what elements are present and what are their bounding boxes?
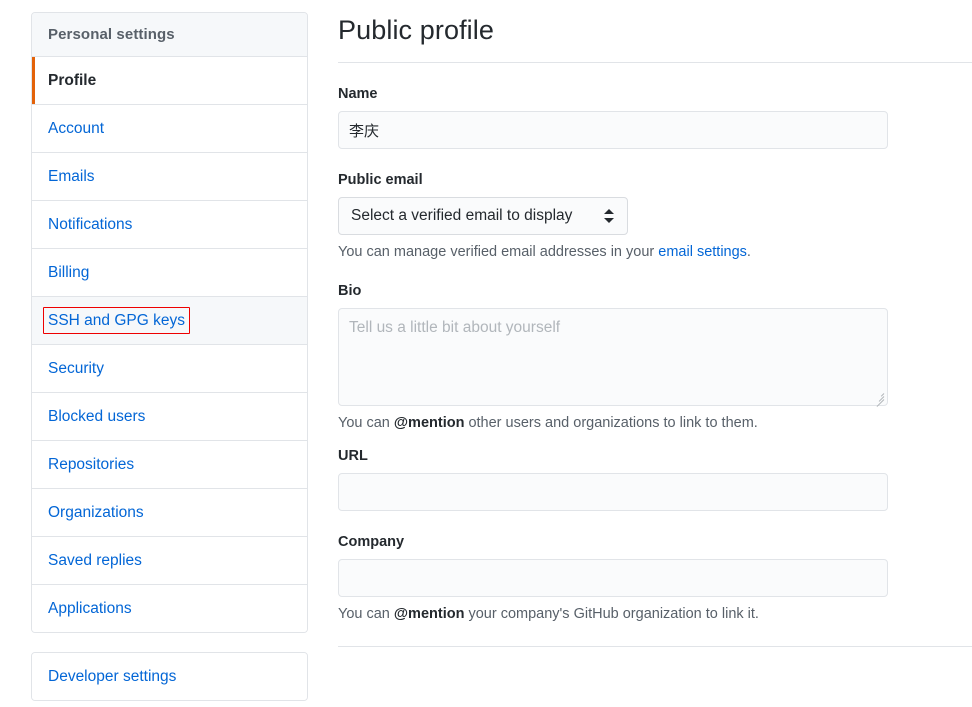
sidebar-item-notifications[interactable]: Notifications xyxy=(32,201,307,249)
public-email-select[interactable]: Select a verified email to display xyxy=(338,197,628,235)
company-help-text: You can @mention your company's GitHub o… xyxy=(338,604,972,624)
bio-field-group: Bio You can @mention other users and org… xyxy=(338,282,972,433)
sidebar-item-label: Organizations xyxy=(48,502,144,523)
url-input[interactable] xyxy=(338,473,888,511)
public-email-help-text: You can manage verified email addresses … xyxy=(338,242,972,262)
bio-textarea[interactable] xyxy=(338,308,888,406)
url-label: URL xyxy=(338,447,972,466)
public-email-label: Public email xyxy=(338,171,972,190)
settings-page: Personal settings Profile Account Emails… xyxy=(0,0,972,707)
settings-sidebar: Personal settings Profile Account Emails… xyxy=(31,12,308,701)
help-prefix: You can xyxy=(338,606,394,622)
public-email-select-wrap: Select a verified email to display xyxy=(338,197,628,235)
main-content: Public profile Name Public email Select … xyxy=(338,12,972,655)
sidebar-item-label: Applications xyxy=(48,598,132,619)
help-suffix: your company's GitHub organization to li… xyxy=(464,606,759,622)
bio-help-text: You can @mention other users and organiz… xyxy=(338,413,972,433)
sidebar-item-label: Account xyxy=(48,118,104,139)
company-field-group: Company You can @mention your company's … xyxy=(338,533,972,624)
personal-settings-nav-card: Personal settings Profile Account Emails… xyxy=(31,12,308,633)
sidebar-item-label: Notifications xyxy=(48,214,132,235)
name-input[interactable] xyxy=(338,111,888,149)
mention-keyword: @mention xyxy=(394,606,465,622)
title-divider xyxy=(338,62,972,63)
public-email-selected-value: Select a verified email to display xyxy=(351,207,596,225)
sidebar-item-label: Billing xyxy=(48,262,89,283)
sidebar-item-billing[interactable]: Billing xyxy=(32,249,307,297)
sidebar-item-emails[interactable]: Emails xyxy=(32,153,307,201)
sidebar-item-profile[interactable]: Profile xyxy=(32,57,307,105)
active-indicator-bar xyxy=(32,57,35,104)
bio-textarea-wrap xyxy=(338,308,888,406)
sidebar-item-label: Blocked users xyxy=(48,406,145,427)
bio-label: Bio xyxy=(338,282,972,301)
help-suffix: . xyxy=(747,244,751,260)
email-settings-link[interactable]: email settings xyxy=(658,244,747,260)
sidebar-item-account[interactable]: Account xyxy=(32,105,307,153)
help-prefix: You can xyxy=(338,415,394,431)
sidebar-item-blocked-users[interactable]: Blocked users xyxy=(32,393,307,441)
help-prefix: You can manage verified email addresses … xyxy=(338,244,658,260)
name-label: Name xyxy=(338,85,972,104)
sidebar-item-label: SSH and GPG keys xyxy=(43,307,190,334)
sidebar-item-label: Profile xyxy=(48,70,96,91)
mention-keyword: @mention xyxy=(394,415,465,431)
sidebar-item-security[interactable]: Security xyxy=(32,345,307,393)
sidebar-item-applications[interactable]: Applications xyxy=(32,585,307,632)
name-field-group: Name xyxy=(338,85,972,149)
sidebar-item-developer-settings[interactable]: Developer settings xyxy=(32,653,307,700)
sidebar-item-organizations[interactable]: Organizations xyxy=(32,489,307,537)
sidebar-item-label: Emails xyxy=(48,166,95,187)
sidebar-item-saved-replies[interactable]: Saved replies xyxy=(32,537,307,585)
sidebar-header: Personal settings xyxy=(32,13,307,57)
url-field-group: URL xyxy=(338,447,972,511)
public-email-field-group: Public email Select a verified email to … xyxy=(338,171,972,262)
help-suffix: other users and organizations to link to… xyxy=(464,415,757,431)
sidebar-item-label: Security xyxy=(48,358,104,379)
sidebar-item-label: Saved replies xyxy=(48,550,142,571)
sidebar-item-label: Developer settings xyxy=(48,666,176,687)
sidebar-item-repositories[interactable]: Repositories xyxy=(32,441,307,489)
sidebar-item-label: Repositories xyxy=(48,454,134,475)
company-input[interactable] xyxy=(338,559,888,597)
company-label: Company xyxy=(338,533,972,552)
select-updown-arrows-icon xyxy=(604,208,615,224)
developer-settings-nav-card: Developer settings xyxy=(31,652,308,701)
page-title: Public profile xyxy=(338,12,972,62)
sidebar-item-ssh-and-gpg-keys[interactable]: SSH and GPG keys xyxy=(32,297,307,345)
bottom-divider xyxy=(338,646,972,647)
